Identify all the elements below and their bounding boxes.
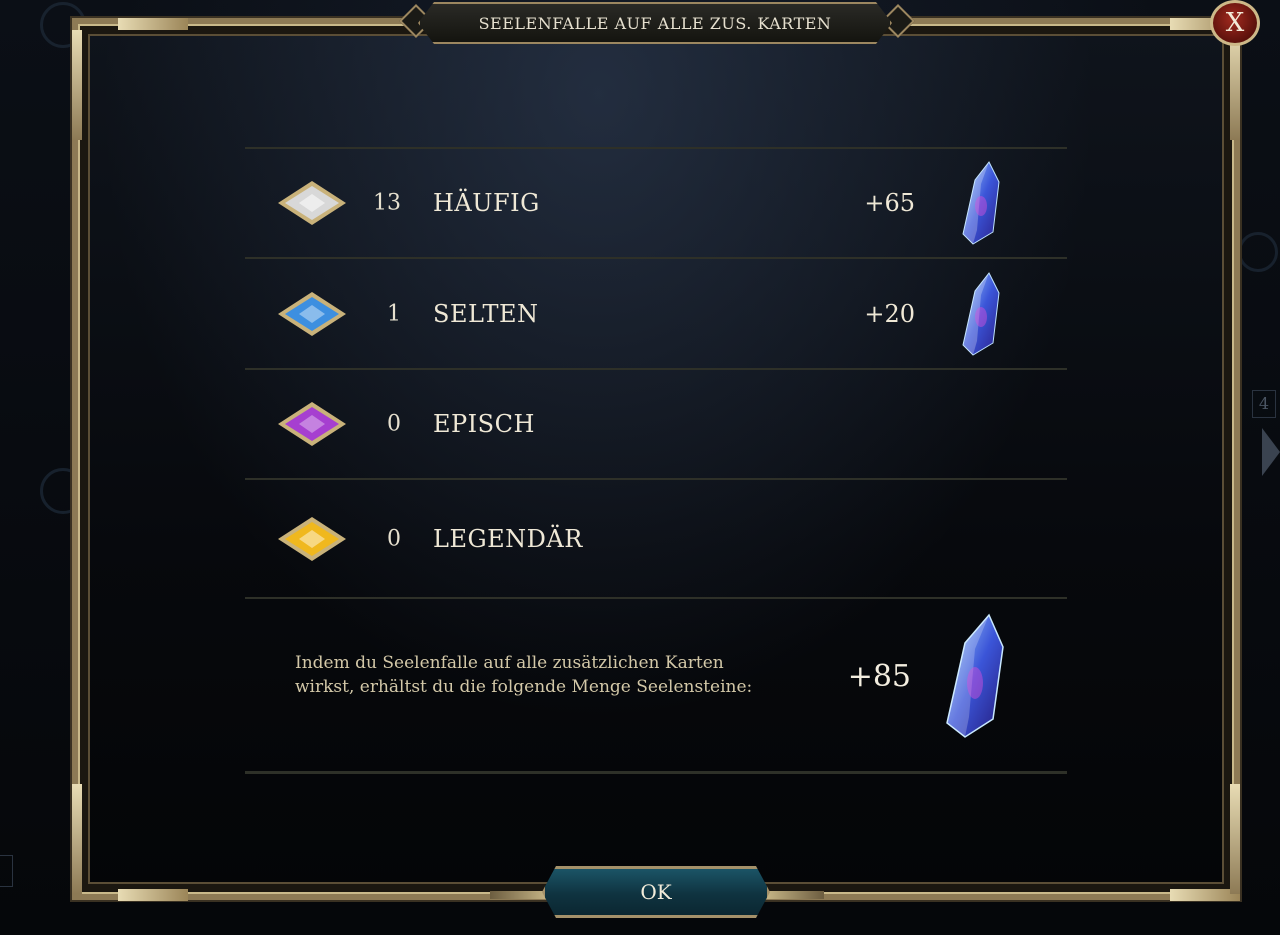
summary-line: Indem du Seelenfalle auf alle zusätzlich…: [295, 653, 724, 673]
frame-ornament: [72, 30, 82, 140]
soulstone-summary: Indem du Seelenfalle auf alle zusätzlich…: [245, 597, 1067, 774]
background-panel-edge: [0, 855, 13, 887]
rarity-count: 0: [387, 526, 401, 551]
rarity-label: HÄUFIG: [433, 189, 540, 217]
soulstone-crystal-icon: [962, 161, 1000, 245]
ok-label: OK: [640, 880, 672, 904]
frame-ornament: [1230, 784, 1240, 894]
rarity-row-rare: 1 SELTEN +20: [245, 257, 1067, 368]
rarity-count: 1: [387, 301, 401, 326]
summary-description: Indem du Seelenfalle auf alle zusätzlich…: [295, 651, 815, 699]
close-icon: X: [1225, 8, 1245, 38]
soulstone-gain: +65: [864, 189, 915, 217]
diamond-gem-icon: [278, 291, 346, 336]
frame-ornament: [118, 18, 188, 30]
soulstone-gain: +20: [864, 299, 915, 328]
frame-ornament: [118, 889, 188, 901]
rarity-label: EPISCH: [433, 410, 535, 438]
rarity-count: 13: [373, 190, 401, 216]
rarity-row-legendary: 0 LEGENDÄR: [245, 478, 1067, 597]
close-button[interactable]: X: [1210, 0, 1260, 46]
diamond-gem-icon: [278, 402, 346, 446]
dialog-title-bar: SEELENFALLE AUF ALLE ZUS. KARTEN: [418, 2, 892, 44]
soulstone-crystal-icon: [962, 271, 1000, 356]
rarity-row-common: 13 HÄUFIG +65: [245, 147, 1067, 257]
ok-button[interactable]: OK: [542, 866, 770, 918]
background-token: [1238, 232, 1278, 272]
soulstone-crystal-icon: [946, 613, 1004, 738]
frame-ornament: [1230, 30, 1240, 140]
background-page-number: 4: [1252, 390, 1276, 418]
diamond-gem-icon: [278, 181, 346, 225]
summary-line: wirkst, erhältst du die folgende Menge S…: [295, 677, 753, 697]
rarity-label: LEGENDÄR: [433, 524, 583, 553]
background-next-arrow-icon: [1262, 428, 1280, 476]
rarity-row-epic: 0 EPISCH: [245, 368, 1067, 478]
rarity-label: SELTEN: [433, 299, 539, 328]
button-ornament: [764, 891, 824, 899]
rarity-count: 0: [387, 411, 401, 437]
soulstone-total: +85: [847, 659, 911, 694]
rarity-table: 13 HÄUFIG +65 1 SELTEN +20 0 EPISCH 0 LE…: [245, 147, 1067, 774]
diamond-gem-icon: [278, 516, 346, 561]
dialog-title: SEELENFALLE AUF ALLE ZUS. KARTEN: [478, 13, 832, 33]
frame-ornament: [72, 784, 82, 894]
button-ornament: [490, 891, 550, 899]
